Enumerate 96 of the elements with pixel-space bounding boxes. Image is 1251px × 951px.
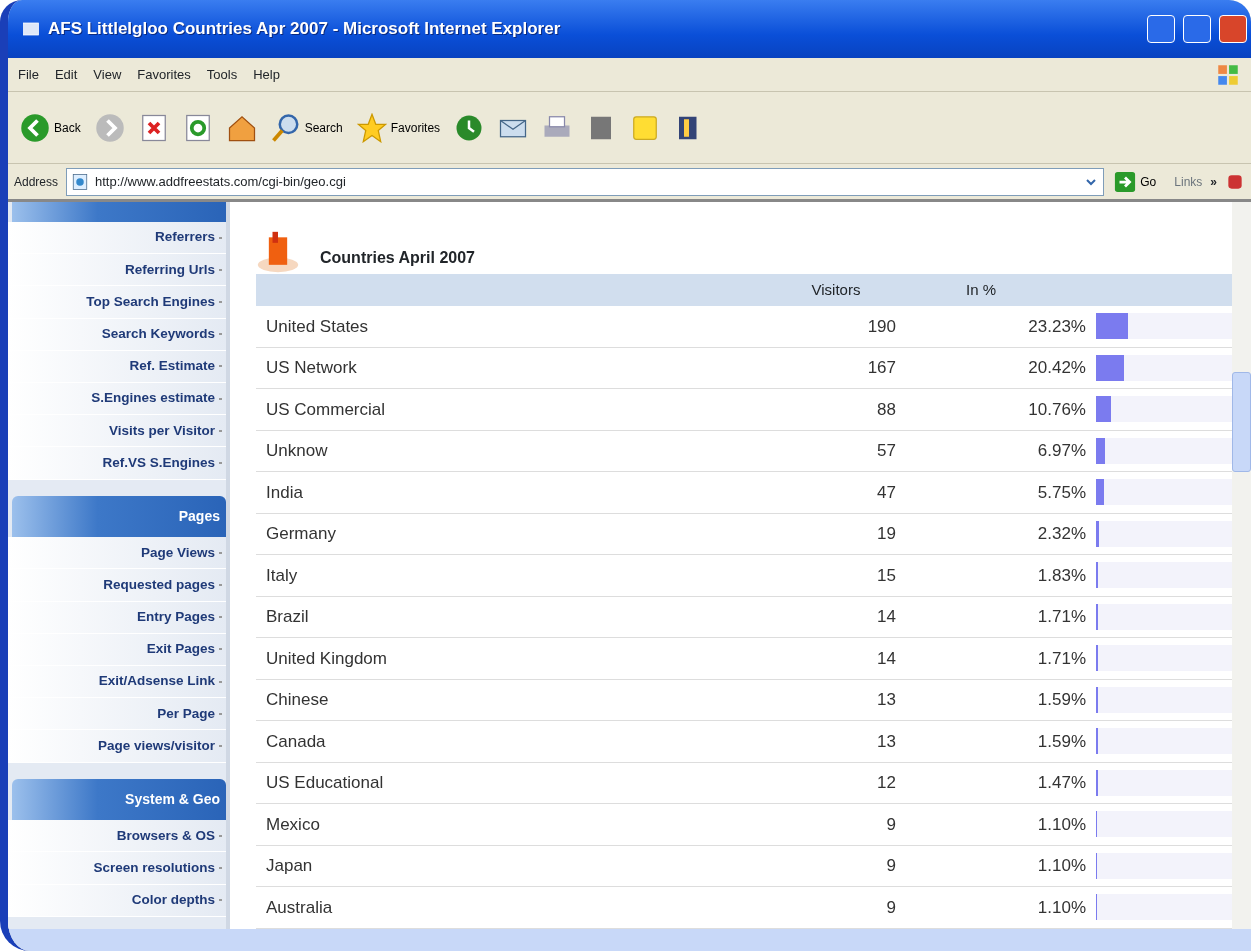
section-header: System & Geo xyxy=(12,778,226,821)
table-cell-text: 10.76% xyxy=(1027,398,1086,421)
table-cell-text: 1.83% xyxy=(1036,564,1086,587)
table-cell-text: United States xyxy=(265,315,370,338)
table-cell-text: 23.23% xyxy=(1027,315,1086,338)
menu-item[interactable]: Help xyxy=(253,64,280,85)
table-cell-text: US Educational xyxy=(265,772,385,794)
table-cell-text: 1.47% xyxy=(1036,772,1086,794)
chart-icon xyxy=(256,230,300,274)
back-icon xyxy=(20,112,50,143)
table-cell-text: Brazil xyxy=(265,606,310,628)
table-cell-text: 1.10% xyxy=(1036,855,1086,877)
table-cell-text: 1.59% xyxy=(1036,730,1086,753)
menu-item[interactable]: Tools xyxy=(206,64,238,85)
bullet-icon xyxy=(219,365,222,368)
table-cell-text: US Network xyxy=(265,357,358,379)
table-cell-text: 15 xyxy=(876,564,896,587)
bullet-icon xyxy=(219,268,222,271)
bullet-icon xyxy=(219,834,222,837)
table-cell-text: 14 xyxy=(876,606,896,628)
table-cell-text: 9 xyxy=(885,896,896,919)
page-icon xyxy=(71,172,90,191)
bullet-icon xyxy=(219,616,222,619)
table-cell-text: 1.71% xyxy=(1036,606,1086,628)
window-icon xyxy=(22,20,40,38)
close-button[interactable] xyxy=(1219,15,1247,43)
table-cell-text: 12 xyxy=(876,772,896,794)
bullet-icon xyxy=(219,461,222,464)
table-cell-text: 1.10% xyxy=(1036,813,1086,836)
bullet-icon xyxy=(219,397,222,400)
table-cell-text: 167 xyxy=(866,357,896,379)
table-cell-text: 47 xyxy=(876,481,896,504)
sidebar-link[interactable]: Per Page xyxy=(157,703,215,724)
sidebar-link[interactable]: Referrers xyxy=(154,227,215,248)
table-cell-text: Australia xyxy=(265,896,334,919)
bullet-icon xyxy=(219,300,222,303)
bullet-icon xyxy=(219,867,222,870)
column-header: Visitors xyxy=(810,279,862,300)
menu-item[interactable]: View xyxy=(93,64,122,85)
forward-icon xyxy=(94,112,125,143)
table-cell-text: 1.10% xyxy=(1036,896,1086,919)
table-cell-text: 19 xyxy=(876,523,896,545)
address-field[interactable]: http://www.addfreestats.com/cgi-bin/geo.cgi xyxy=(66,167,1105,196)
bullet-icon xyxy=(219,648,222,651)
links-label[interactable]: Links xyxy=(1174,172,1203,191)
table-cell-text: US Commercial xyxy=(265,398,387,421)
table-cell-text: 5.75% xyxy=(1036,481,1086,504)
table-cell-text: 20.42% xyxy=(1027,357,1086,379)
table-cell-text: Germany xyxy=(265,523,337,545)
vertical-scrollbar[interactable] xyxy=(1232,202,1251,929)
table-cell-text: 190 xyxy=(866,315,896,338)
search-icon xyxy=(270,112,301,143)
address-label: Address xyxy=(14,173,59,191)
column-header: In % xyxy=(965,279,997,300)
bullet-icon xyxy=(219,236,222,239)
table-cell-text: 88 xyxy=(876,398,896,421)
table-cell-text: 6.97% xyxy=(1036,440,1086,462)
table-cell-text: Canada xyxy=(265,730,327,753)
star-icon xyxy=(356,112,387,143)
table-cell-text: United Kingdom xyxy=(265,647,388,670)
menu-item[interactable]: Favorites xyxy=(137,64,191,85)
table-cell-text: Mexico xyxy=(265,813,321,836)
go-button[interactable]: Go xyxy=(1112,168,1159,195)
table-cell-text: 2.32% xyxy=(1036,523,1086,545)
back-button[interactable]: Back xyxy=(18,110,83,145)
bullet-icon xyxy=(219,551,222,554)
favorites-button[interactable]: Favorites xyxy=(354,110,443,145)
horizontal-scrollbar[interactable] xyxy=(8,929,1251,951)
table-cell-text: 9 xyxy=(885,855,896,877)
table-cell-text: 1.59% xyxy=(1036,689,1086,711)
more-links-button[interactable]: » xyxy=(1210,172,1217,191)
table-cell-text: 57 xyxy=(876,440,896,462)
bullet-icon xyxy=(219,680,222,683)
bullet-icon xyxy=(219,712,222,715)
bullet-icon xyxy=(219,333,222,336)
table-cell-text: 9 xyxy=(885,813,896,836)
maximize-button[interactable] xyxy=(1183,15,1211,43)
table-cell-text: India xyxy=(265,481,304,504)
bullet-icon xyxy=(219,899,222,902)
table-cell-text: Unknow xyxy=(265,440,329,462)
table-cell-text: Japan xyxy=(265,855,314,877)
section-header: Pages xyxy=(12,495,226,538)
search-button[interactable]: Search xyxy=(268,110,345,145)
table-cell-text: Italy xyxy=(265,564,299,587)
window-title: AFS LittleIgloo Countries Apr 2007 - Microsoft Internet Explorer xyxy=(48,18,562,41)
page-title: Countries April 2007 xyxy=(320,248,475,268)
table-cell-text: 13 xyxy=(876,689,896,711)
table-cell-text: Chinese xyxy=(265,689,330,711)
bullet-icon xyxy=(219,429,222,432)
menu-item[interactable]: File xyxy=(18,64,39,85)
menu-item[interactable]: Edit xyxy=(54,64,78,85)
table-cell-text: 1.71% xyxy=(1036,647,1086,670)
table-cell-text: 13 xyxy=(876,730,896,753)
bullet-icon xyxy=(219,744,222,747)
table-cell-text: 14 xyxy=(876,647,896,670)
minimize-button[interactable] xyxy=(1147,15,1175,43)
